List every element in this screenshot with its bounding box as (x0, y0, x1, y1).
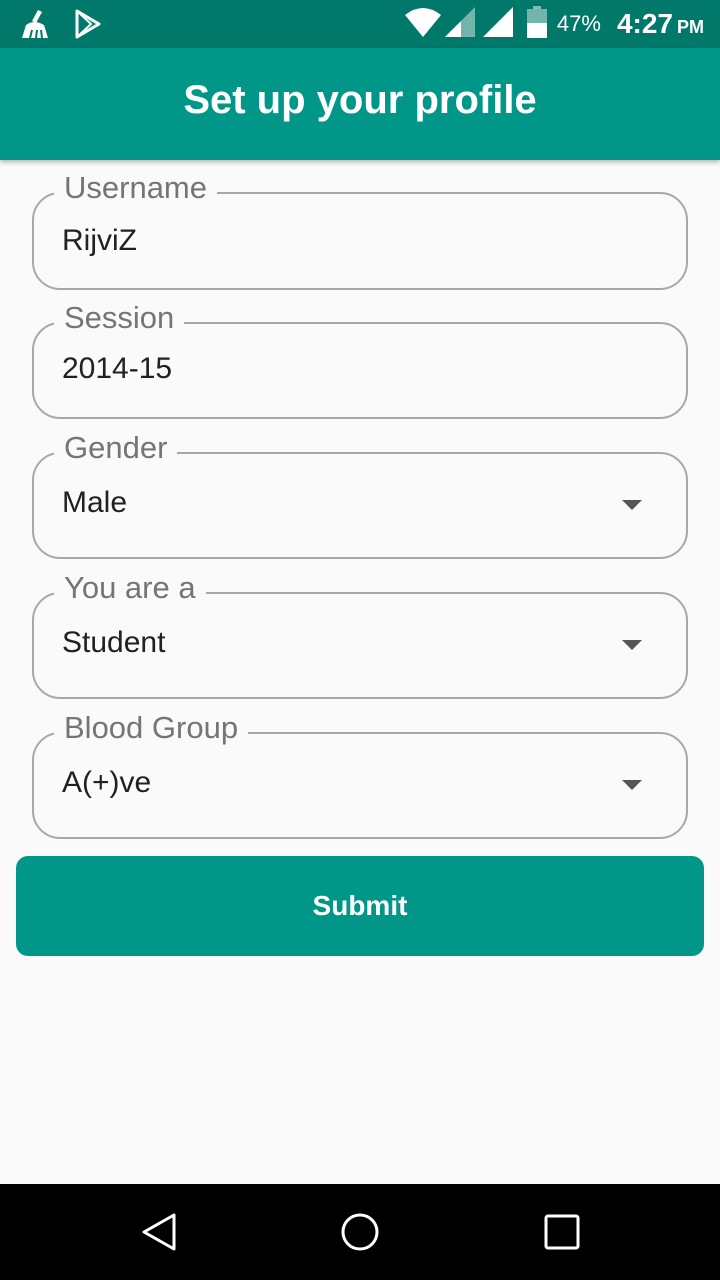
back-icon[interactable] (140, 1212, 180, 1252)
blood-group-label: Blood Group (54, 708, 249, 748)
recents-icon[interactable] (542, 1212, 582, 1252)
battery-percent: 47% (556, 11, 601, 36)
wifi-icon (404, 7, 441, 42)
play-store-icon (74, 9, 102, 44)
page-title: Set up your profile (183, 78, 537, 122)
navigation-bar (0, 1184, 720, 1280)
username-label: Username (54, 168, 217, 208)
blood-group-value[interactable]: A(+)ve (62, 766, 151, 800)
status-bar: 47% 4:27 PM (0, 0, 720, 48)
role-value[interactable]: Student (62, 626, 165, 660)
battery-icon (526, 5, 547, 43)
chevron-down-icon[interactable] (622, 640, 642, 650)
role-dropdown[interactable]: You are a Student (32, 568, 688, 699)
status-notifications (18, 8, 102, 45)
session-field[interactable]: Session 2014-15 (32, 298, 688, 419)
gender-value[interactable]: Male (62, 486, 127, 520)
gender-dropdown[interactable]: Gender Male (32, 428, 688, 559)
app-bar: Set up your profile (0, 48, 720, 160)
chevron-down-icon[interactable] (622, 780, 642, 790)
session-label: Session (54, 298, 185, 338)
clock-ampm: PM (677, 16, 704, 37)
username-field[interactable]: Username RijviZ (32, 168, 688, 290)
cleaner-icon (18, 8, 52, 45)
username-input[interactable]: RijviZ (62, 224, 137, 258)
signal-icon (444, 6, 475, 42)
blood-group-dropdown[interactable]: Blood Group A(+)ve (32, 708, 688, 839)
gender-label: Gender (54, 428, 178, 468)
clock: 4:27 (616, 8, 673, 39)
home-icon[interactable] (340, 1212, 380, 1252)
role-label: You are a (54, 568, 206, 608)
chevron-down-icon[interactable] (622, 500, 642, 510)
session-input[interactable]: 2014-15 (62, 352, 172, 386)
signal-icon (482, 6, 513, 42)
status-system: 47% 4:27 PM (404, 0, 704, 48)
submit-button[interactable]: Submit (16, 856, 704, 956)
